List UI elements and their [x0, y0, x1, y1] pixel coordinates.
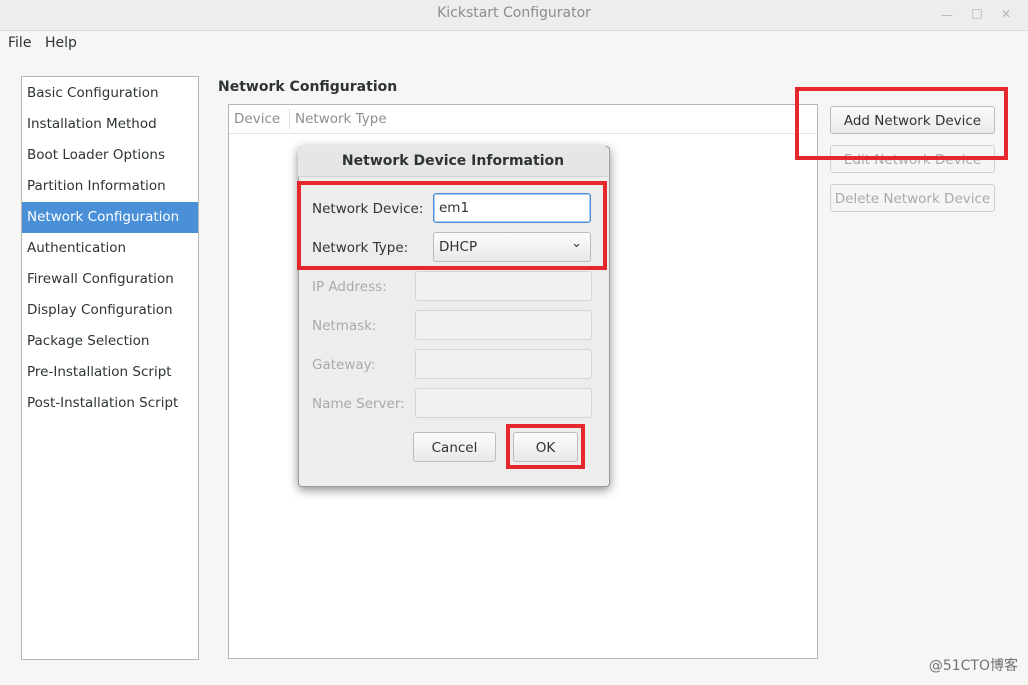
menu-help[interactable]: Help [45, 35, 77, 51]
sidebar-item-basic-configuration[interactable]: Basic Configuration [22, 78, 198, 109]
gateway-label: Gateway: [312, 357, 376, 373]
sidebar-item-boot-loader-options[interactable]: Boot Loader Options [22, 140, 198, 171]
column-header-network-type[interactable]: Network Type [295, 105, 387, 133]
watermark: @51CTO博客 [928, 658, 1018, 674]
name-server-label: Name Server: [312, 396, 405, 412]
page-title: Network Configuration [218, 79, 398, 95]
minimize-icon[interactable]: — [940, 8, 954, 22]
maximize-icon[interactable]: □ [970, 6, 984, 20]
sidebar-item-partition-information[interactable]: Partition Information [22, 171, 198, 202]
column-header-device[interactable]: Device [234, 105, 280, 133]
netmask-label: Netmask: [312, 318, 377, 334]
close-icon[interactable]: ✕ [999, 7, 1013, 21]
column-separator [289, 109, 290, 129]
dialog-title: Network Device Information [341, 153, 565, 169]
name-server-field[interactable] [415, 388, 592, 418]
sidebar-item-package-selection[interactable]: Package Selection [22, 326, 198, 357]
sidebar-item-post-installation-script[interactable]: Post-Installation Script [22, 388, 198, 419]
highlight-box-add-button [795, 87, 1008, 160]
highlight-box-ok-button [506, 424, 585, 469]
highlight-box-device-fields [297, 181, 607, 270]
sidebar-item-network-configuration[interactable]: Network Configuration [22, 202, 198, 233]
ip-address-label: IP Address: [312, 279, 387, 295]
sidebar-item-firewall-configuration[interactable]: Firewall Configuration [22, 264, 198, 295]
menu-bar [0, 31, 1028, 57]
window-title: Kickstart Configurator [437, 5, 591, 21]
gateway-field[interactable] [415, 349, 592, 379]
sidebar-item-display-configuration[interactable]: Display Configuration [22, 295, 198, 326]
sidebar-item-pre-installation-script[interactable]: Pre-Installation Script [22, 357, 198, 388]
menu-file[interactable]: File [8, 35, 31, 51]
netmask-field[interactable] [415, 310, 592, 340]
sidebar-item-installation-method[interactable]: Installation Method [22, 109, 198, 140]
cancel-button[interactable]: Cancel [413, 432, 496, 462]
delete-network-device-button[interactable]: Delete Network Device [830, 184, 995, 212]
sidebar-item-authentication[interactable]: Authentication [22, 233, 198, 264]
sidebar: Basic Configuration Installation Method … [21, 76, 199, 660]
ip-address-field[interactable] [415, 271, 592, 301]
